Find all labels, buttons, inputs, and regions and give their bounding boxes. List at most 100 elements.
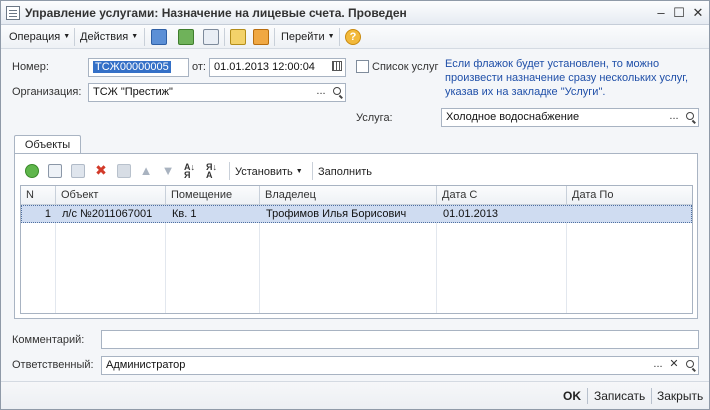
actions-menu[interactable]: Действия ▼ xyxy=(80,29,138,45)
goto-menu-label: Перейти xyxy=(281,31,325,43)
post-document-icon[interactable] xyxy=(151,29,167,45)
column-header-object[interactable]: Объект xyxy=(56,186,166,205)
move-down-icon[interactable]: ▼ xyxy=(161,163,175,178)
column-header-date-to[interactable]: Дата По xyxy=(567,186,692,205)
objects-table: N Объект Помещение Владелец Дата С Дата … xyxy=(20,185,693,314)
move-up-icon[interactable]: ▲ xyxy=(139,163,153,178)
help-icon[interactable]: ? xyxy=(345,29,361,45)
service-field[interactable]: Холодное водоснабжение ... xyxy=(441,108,699,127)
close-window-button[interactable]: ✕ xyxy=(690,5,706,21)
movement-report-icon[interactable] xyxy=(230,29,246,45)
hint-line: Если флажок будет установлен, то можно xyxy=(445,58,660,70)
delete-row-icon[interactable]: ✖ xyxy=(94,163,108,177)
document-window: Управление услугами: Назначение на лицев… xyxy=(0,0,710,410)
date-label: от: xyxy=(192,61,206,73)
set-menu[interactable]: Установить ▼ xyxy=(235,164,303,180)
toolbar-divider xyxy=(339,28,340,46)
number-label: Номер: xyxy=(12,61,49,73)
maximize-button[interactable]: ☐ xyxy=(671,5,687,21)
objects-panel: ✖ ▲ ▼ А↓ Я Я↓ А Установить ▼ Заполнить N Об… xyxy=(14,153,698,319)
operation-menu-label: Операция xyxy=(9,31,61,43)
toolbar-divider xyxy=(144,28,145,46)
goto-menu[interactable]: Перейти ▼ xyxy=(281,29,335,45)
organization-value: ТСЖ "Престиж" xyxy=(93,86,173,98)
footer-divider xyxy=(587,388,588,404)
toolbar-divider xyxy=(229,162,230,180)
title-bar: Управление услугами: Назначение на лицев… xyxy=(1,1,709,25)
cell-n: 1 xyxy=(44,208,51,220)
select-ellipsis-icon[interactable]: ... xyxy=(666,109,682,126)
organization-field[interactable]: ТСЖ "Престиж" ... xyxy=(88,83,346,102)
cell-date-to xyxy=(568,206,692,222)
chevron-down-icon: ▼ xyxy=(327,33,335,41)
add-row-icon[interactable] xyxy=(25,164,39,178)
save-button[interactable]: Записать xyxy=(594,389,645,403)
copy-row-icon[interactable] xyxy=(48,164,62,178)
column-header-date-from[interactable]: Дата С xyxy=(437,186,567,205)
comment-label: Комментарий: xyxy=(12,334,85,346)
command-bar: Операция ▼ Действия ▼ Перейти ▼ ? xyxy=(1,25,709,49)
cell-room: Кв. 1 xyxy=(172,208,197,220)
column-divider xyxy=(55,223,56,313)
sort-ascending-icon[interactable]: А↓ Я xyxy=(184,163,200,180)
window-title: Управление услугами: Назначение на лицев… xyxy=(25,6,407,20)
column-divider xyxy=(165,223,166,313)
number-value: ТСЖ00000005 xyxy=(93,61,171,73)
date-field[interactable]: 01.01.2013 12:00:04 xyxy=(209,58,346,77)
number-field[interactable]: ТСЖ00000005 xyxy=(88,58,189,77)
search-icon[interactable] xyxy=(682,109,698,126)
chevron-down-icon: ▼ xyxy=(63,33,71,41)
footer-divider xyxy=(651,388,652,404)
search-icon[interactable] xyxy=(682,357,698,374)
responsible-field[interactable]: Администратор ... ✕ xyxy=(101,356,699,375)
footer-bar: OK Записать Закрыть xyxy=(1,381,709,409)
chevron-down-icon: ▼ xyxy=(131,33,139,41)
column-divider xyxy=(566,223,567,313)
toolbar-divider xyxy=(312,162,313,180)
set-menu-label: Установить xyxy=(235,166,293,178)
table-header: N Объект Помещение Владелец Дата С Дата … xyxy=(21,186,692,205)
toolbar-divider xyxy=(224,28,225,46)
edit-row-icon[interactable] xyxy=(71,164,85,178)
copy-document-icon[interactable] xyxy=(203,29,219,45)
comment-field[interactable] xyxy=(101,330,699,349)
document-icon xyxy=(6,6,20,20)
refresh-icon[interactable] xyxy=(178,29,194,45)
structure-icon[interactable] xyxy=(253,29,269,45)
column-header-room[interactable]: Помещение xyxy=(166,186,260,205)
responsible-value: Администратор xyxy=(106,359,186,371)
end-edit-icon[interactable] xyxy=(117,164,131,178)
responsible-label: Ответственный: xyxy=(12,359,94,371)
sort-descending-icon[interactable]: Я↓ А xyxy=(206,163,222,180)
table-row[interactable]: 1 л/с №2011067001 Кв. 1 Трофимов Илья Бо… xyxy=(21,205,692,223)
services-hint: Если флажок будет установлен, то можно п… xyxy=(445,57,688,99)
service-value: Холодное водоснабжение xyxy=(446,111,580,123)
cell-owner: Трофимов Илья Борисович xyxy=(266,208,407,220)
toolbar-divider xyxy=(274,28,275,46)
tab-objects[interactable]: Объекты xyxy=(14,135,81,154)
service-label: Услуга: xyxy=(356,112,393,124)
column-header-n[interactable]: N xyxy=(21,186,56,205)
cell-object: л/с №2011067001 xyxy=(62,208,153,220)
select-ellipsis-icon[interactable]: ... xyxy=(650,357,666,374)
minimize-button[interactable]: – xyxy=(653,5,669,21)
actions-menu-label: Действия xyxy=(80,31,129,43)
date-value: 01.01.2013 12:00:04 xyxy=(214,61,315,73)
operation-menu[interactable]: Операция ▼ xyxy=(9,29,70,45)
hint-line: произвести назначение сразу нескольких у… xyxy=(445,72,689,84)
ok-button[interactable]: OK xyxy=(563,389,581,403)
services-list-checkbox[interactable] xyxy=(356,60,369,73)
close-button[interactable]: Закрыть xyxy=(657,389,703,403)
column-divider xyxy=(436,223,437,313)
organization-label: Организация: xyxy=(12,86,82,98)
column-header-owner[interactable]: Владелец xyxy=(260,186,437,205)
select-ellipsis-icon[interactable]: ... xyxy=(313,84,329,101)
cell-date-from: 01.01.2013 xyxy=(443,208,499,220)
clear-icon[interactable]: ✕ xyxy=(666,357,682,374)
hint-line: указав их на закладке "Услуги". xyxy=(445,86,606,98)
chevron-down-icon: ▼ xyxy=(295,168,303,176)
toolbar-divider xyxy=(74,28,75,46)
fill-button[interactable]: Заполнить xyxy=(318,164,372,180)
calendar-icon[interactable] xyxy=(329,59,345,76)
search-icon[interactable] xyxy=(329,84,345,101)
